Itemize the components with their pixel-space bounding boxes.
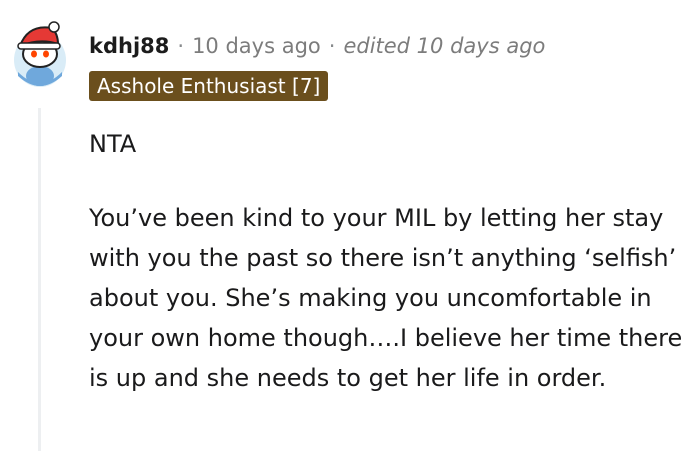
reddit-snoo-avatar-icon [14, 21, 66, 87]
meta-separator: · [328, 34, 336, 58]
comment-meta: kdhj88 · 10 days ago · edited 10 days ag… [89, 31, 545, 61]
username-link[interactable]: kdhj88 [89, 34, 169, 58]
comment-body: NTA You’ve been kind to your MIL by lett… [89, 124, 694, 398]
comment-card: kdhj88 · 10 days ago · edited 10 days ag… [0, 0, 700, 451]
comment-paragraph: NTA [89, 130, 137, 158]
user-flair: Asshole Enthusiast [7] [89, 71, 329, 101]
comment-paragraph: You’ve been kind to your MIL by letting … [89, 204, 683, 392]
edited-label: edited 10 days ago [343, 34, 546, 58]
thread-collapse-line[interactable] [38, 108, 41, 451]
meta-separator: · [177, 34, 185, 58]
timestamp-link[interactable]: 10 days ago [192, 34, 321, 58]
user-avatar[interactable] [6, 14, 74, 90]
